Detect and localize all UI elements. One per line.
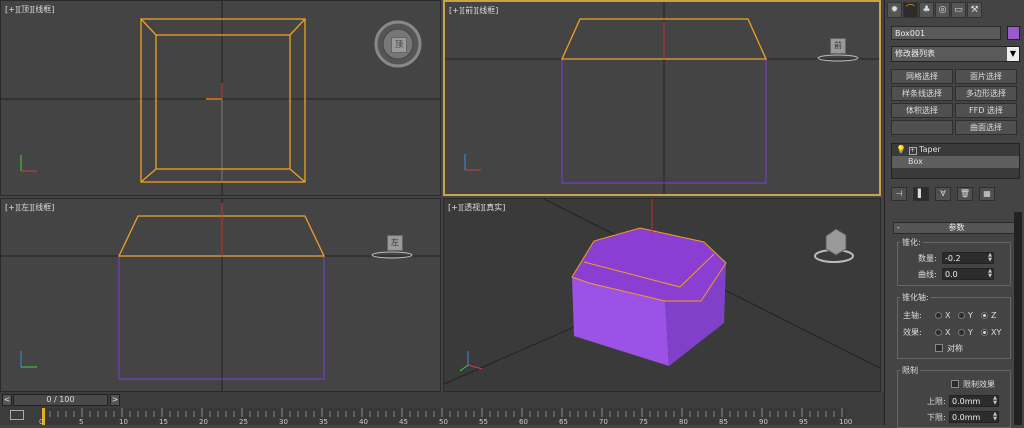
effect-x-radio[interactable] bbox=[935, 329, 942, 336]
command-panel-tabs: ✹ ⌒ ♣ ◎ ▭ ⚒ bbox=[887, 2, 982, 18]
viewcube-left[interactable]: 左 bbox=[387, 235, 403, 251]
curve-spinner[interactable]: 0.0 ▲ ▼ bbox=[942, 268, 994, 280]
mini-curve-editor-icon[interactable] bbox=[10, 410, 24, 420]
display-icon[interactable]: ▭ bbox=[951, 2, 966, 18]
remove-modifier-icon[interactable]: 🗑 bbox=[957, 187, 973, 201]
timeline: < 0 / 100 > 0 5 10 15 20 25 30 35 40 45 50 55 60 65 70… bbox=[0, 392, 884, 426]
pin-stack-icon[interactable]: ⊣ bbox=[891, 187, 907, 201]
parameters-rollout-header[interactable]: - 参数 bbox=[893, 222, 1020, 234]
amount-spinner[interactable]: -0.2 ▲ ▼ bbox=[942, 252, 994, 264]
command-panel-scrollbar[interactable] bbox=[1014, 212, 1022, 425]
primary-z-radio[interactable] bbox=[981, 312, 988, 319]
viewport-perspective[interactable]: [+][透视][真实] bbox=[443, 198, 881, 392]
viewcube-front[interactable]: 前 bbox=[830, 38, 846, 54]
upper-limit-label: 上限: bbox=[927, 397, 946, 406]
primary-y-radio[interactable] bbox=[958, 312, 965, 319]
lightbulb-icon[interactable]: 💡 bbox=[896, 145, 906, 154]
lower-limit-label: 下限: bbox=[927, 413, 946, 422]
command-panel: ✹ ⌒ ♣ ◎ ▭ ⚒ Box001 修改器列表 ▼ 网格选择 面片选择 样条线… bbox=[884, 0, 1024, 428]
make-unique-icon[interactable]: ∀ bbox=[935, 187, 951, 201]
modifier-list-label: 修改器列表 bbox=[895, 49, 935, 58]
spinner-arrows-icon[interactable]: ▲ ▼ bbox=[993, 396, 997, 406]
taper-group-title: 锥化: bbox=[900, 237, 923, 248]
modify-icon[interactable]: ⌒ bbox=[903, 2, 918, 18]
time-slider-next-button[interactable]: > bbox=[110, 394, 120, 406]
upper-limit-spinner[interactable]: 0.0mm ▲ ▼ bbox=[949, 395, 999, 407]
utilities-icon[interactable]: ⚒ bbox=[967, 2, 982, 18]
effect-y-radio[interactable] bbox=[958, 329, 965, 336]
primary-x-label: X bbox=[945, 311, 951, 320]
axis-tripod-icon bbox=[459, 351, 483, 372]
mesh-select-button[interactable]: 网格选择 bbox=[891, 69, 953, 84]
motion-icon[interactable]: ◎ bbox=[935, 2, 950, 18]
configure-sets-icon[interactable]: ▦ bbox=[979, 187, 995, 201]
spinner-arrows-icon[interactable]: ▲ ▼ bbox=[993, 412, 997, 422]
time-slider[interactable]: 0 / 100 bbox=[13, 394, 108, 406]
front-view-scene bbox=[445, 2, 879, 194]
axis-tripod-icon bbox=[20, 155, 37, 172]
chevron-down-icon: ▼ bbox=[1007, 47, 1019, 61]
rollout-title: 参数 bbox=[948, 223, 965, 232]
spinner-arrows-icon[interactable]: ▲ ▼ bbox=[988, 253, 992, 263]
viewport-front[interactable]: [+][前][线框] 前 bbox=[443, 0, 881, 196]
stack-item-taper[interactable]: 💡 + Taper bbox=[892, 144, 1019, 156]
left-view-scene bbox=[1, 199, 440, 391]
viewport-left[interactable]: [+][左][线框] 左 bbox=[0, 198, 441, 392]
limit-effect-label: 限制效果 bbox=[963, 380, 995, 389]
top-view-scene bbox=[1, 1, 440, 195]
surface-select-button[interactable]: 曲面选择 bbox=[955, 120, 1017, 135]
empty-select-button[interactable] bbox=[891, 120, 953, 135]
effect-y-label: Y bbox=[968, 328, 973, 337]
time-slider-prev-button[interactable]: < bbox=[2, 394, 12, 406]
object-name-input[interactable]: Box001 bbox=[891, 26, 1001, 40]
show-end-result-icon[interactable]: ▌ bbox=[913, 187, 929, 201]
curve-label: 曲线: bbox=[918, 270, 937, 279]
primary-axis-label: 主轴: bbox=[903, 311, 922, 320]
spinner-arrows-icon[interactable]: ▲ ▼ bbox=[988, 269, 992, 279]
effect-x-label: X bbox=[945, 328, 951, 337]
patch-select-button[interactable]: 面片选择 bbox=[955, 69, 1017, 84]
stack-toolbar: ⊣ ▌ ∀ 🗑 ▦ bbox=[891, 186, 1020, 202]
taper-axis-group-title: 锥化轴: bbox=[900, 292, 931, 303]
scrollbar-thumb[interactable] bbox=[1014, 212, 1022, 425]
collapse-icon: - bbox=[897, 223, 900, 232]
symmetry-checkbox[interactable] bbox=[935, 344, 943, 352]
lower-limit-spinner[interactable]: 0.0mm ▲ ▼ bbox=[949, 411, 999, 423]
axis-tripod-icon bbox=[464, 154, 481, 171]
stack-item-label: Box bbox=[908, 157, 923, 166]
modifier-stack: 💡 + Taper Box bbox=[891, 143, 1020, 179]
primary-x-radio[interactable] bbox=[935, 312, 942, 319]
effect-xy-radio[interactable] bbox=[981, 329, 988, 336]
effect-label: 效果: bbox=[903, 328, 922, 337]
stack-item-box[interactable]: Box bbox=[892, 156, 1019, 168]
poly-select-button[interactable]: 多边形选择 bbox=[955, 86, 1017, 101]
primary-z-label: Z bbox=[991, 311, 997, 320]
volume-select-button[interactable]: 体积选择 bbox=[891, 103, 953, 118]
primary-y-label: Y bbox=[968, 311, 973, 320]
limit-effect-checkbox[interactable] bbox=[951, 380, 959, 388]
limits-group-title: 限制 bbox=[900, 365, 920, 376]
viewport-top[interactable]: [+][顶][线框] 顶 bbox=[0, 0, 441, 196]
spline-select-button[interactable]: 样条线选择 bbox=[891, 86, 953, 101]
stack-item-label: Taper bbox=[919, 145, 941, 154]
expand-icon[interactable]: + bbox=[908, 147, 917, 155]
hierarchy-icon[interactable]: ♣ bbox=[919, 2, 934, 18]
perspective-view-scene bbox=[444, 199, 880, 385]
object-color-swatch[interactable] bbox=[1007, 26, 1020, 40]
amount-label: 数量: bbox=[918, 254, 937, 263]
axis-tripod-icon bbox=[20, 351, 37, 368]
viewcube-top[interactable]: 顶 bbox=[391, 37, 407, 53]
modifier-list-dropdown[interactable]: 修改器列表 ▼ bbox=[891, 46, 1020, 62]
ffd-select-button[interactable]: FFD 选择 bbox=[955, 103, 1017, 118]
create-icon[interactable]: ✹ bbox=[887, 2, 902, 18]
effect-xy-label: XY bbox=[991, 328, 1002, 337]
symmetry-label: 对称 bbox=[947, 344, 963, 353]
